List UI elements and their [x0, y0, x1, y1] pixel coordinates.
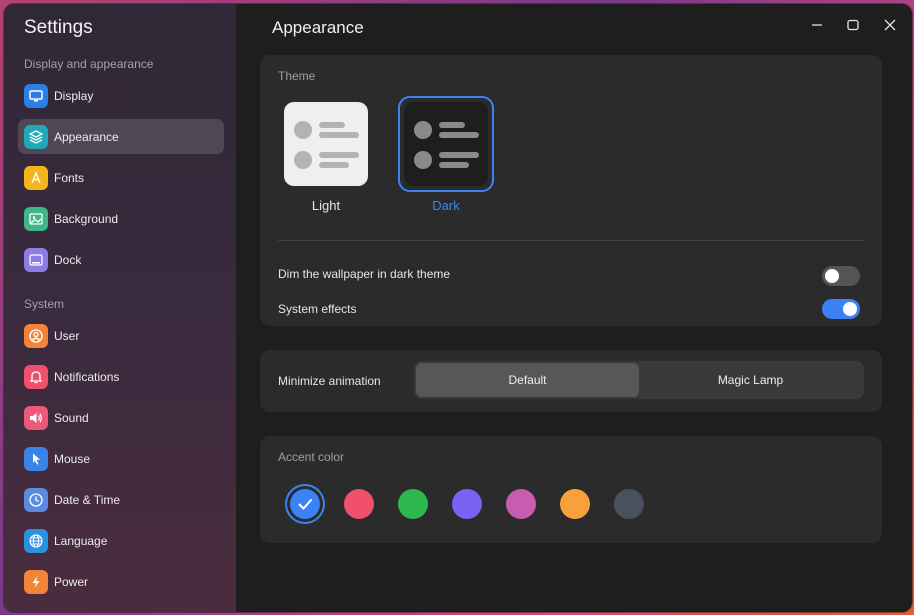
- accent-color-card: Accent color: [260, 436, 882, 543]
- system-effects-label: System effects: [278, 302, 357, 316]
- dark-theme-preview-icon: [414, 121, 479, 169]
- sidebar-item-label: Appearance: [54, 129, 119, 144]
- maximize-icon: [847, 19, 859, 31]
- clock-icon: [24, 487, 48, 512]
- sidebar-item-label: Display: [54, 88, 94, 103]
- sidebar-item-sound[interactable]: Sound: [18, 400, 224, 435]
- close-window-button[interactable]: [878, 13, 902, 37]
- minimize-window-button[interactable]: [805, 13, 829, 37]
- sidebar-item-fonts[interactable]: Fonts: [18, 160, 224, 195]
- sidebar-item-label: Sound: [54, 410, 89, 425]
- minimize-option-default[interactable]: Default: [416, 363, 639, 397]
- sidebar-item-label: Fonts: [54, 170, 85, 185]
- app-title: Settings: [24, 17, 93, 38]
- sidebar-item-label: Notifications: [54, 369, 120, 384]
- theme-card: Theme Light Dark Dim the wallpaper in da…: [260, 55, 882, 326]
- minimize-animation-selector: Default Magic Lamp: [414, 361, 864, 399]
- sidebar-item-background[interactable]: Background: [18, 201, 224, 236]
- user-icon: [24, 323, 48, 348]
- sidebar-item-user[interactable]: User: [18, 318, 224, 353]
- sidebar-item-label: Mouse: [54, 451, 91, 466]
- minimize-animation-label: Minimize animation: [278, 374, 381, 388]
- sidebar-item-date-time[interactable]: Date & Time: [18, 482, 224, 517]
- accent-swatch[interactable]: [560, 489, 590, 519]
- sidebar-item-label: Date & Time: [54, 492, 121, 507]
- sidebar-item-label: Background: [54, 211, 119, 226]
- theme-dark-option[interactable]: [398, 96, 494, 192]
- sidebar-item-label: User: [54, 328, 80, 343]
- sidebar: Settings Display and appearance Display …: [4, 4, 236, 612]
- background-icon: [24, 206, 48, 231]
- accent-color-label: Accent color: [278, 450, 345, 464]
- page-title: Appearance: [272, 18, 364, 37]
- sidebar-item-label: Language: [54, 533, 108, 548]
- settings-window: Settings Display and appearance Display …: [4, 4, 912, 612]
- globe-icon: [24, 528, 48, 553]
- divider: [278, 240, 864, 241]
- accent-swatch[interactable]: [344, 489, 374, 519]
- display-icon: [24, 83, 48, 108]
- fonts-icon: [24, 165, 48, 190]
- bell-icon: [24, 364, 48, 389]
- power-icon: [24, 569, 48, 594]
- minimize-option-magic-lamp[interactable]: Magic Lamp: [639, 363, 862, 397]
- dim-wallpaper-label: Dim the wallpaper in dark theme: [278, 267, 451, 281]
- accent-swatch[interactable]: [506, 489, 536, 519]
- sidebar-item-notifications[interactable]: Notifications: [18, 359, 224, 394]
- sidebar-item-display[interactable]: Display: [18, 78, 224, 113]
- minimize-animation-card: Minimize animation Default Magic Lamp: [260, 350, 882, 412]
- accent-swatch[interactable]: [452, 489, 482, 519]
- sidebar-item-dock[interactable]: Dock: [18, 242, 224, 277]
- cursor-icon: [24, 446, 48, 471]
- theme-dark-label: Dark: [432, 198, 460, 213]
- theme-label: Theme: [278, 69, 316, 83]
- minimize-icon: [812, 24, 822, 26]
- dim-wallpaper-toggle[interactable]: [822, 266, 860, 286]
- sidebar-item-power[interactable]: Power: [18, 564, 224, 599]
- accent-swatch[interactable]: [290, 489, 320, 519]
- sidebar-item-label: Power: [54, 574, 89, 589]
- sidebar-item-language[interactable]: Language: [18, 523, 224, 558]
- theme-light-label: Light: [311, 198, 341, 213]
- main-panel: Appearance Theme Light Dark Dim the wall…: [236, 4, 912, 612]
- sidebar-item-appearance[interactable]: Appearance: [18, 119, 224, 154]
- speaker-icon: [24, 405, 48, 430]
- system-effects-toggle[interactable]: [822, 299, 860, 319]
- theme-light-option[interactable]: [284, 102, 368, 186]
- checkmark-icon: [298, 498, 313, 510]
- accent-swatch[interactable]: [398, 489, 428, 519]
- maximize-window-button[interactable]: [841, 13, 865, 37]
- appearance-icon: [24, 124, 48, 149]
- accent-swatch[interactable]: [614, 489, 644, 519]
- light-theme-preview-icon: [294, 121, 359, 169]
- close-icon: [884, 19, 896, 31]
- dock-icon: [24, 247, 48, 272]
- section-system: System: [24, 297, 65, 311]
- sidebar-item-label: Dock: [54, 252, 82, 267]
- sidebar-item-mouse[interactable]: Mouse: [18, 441, 224, 476]
- section-display-appearance: Display and appearance: [24, 57, 154, 71]
